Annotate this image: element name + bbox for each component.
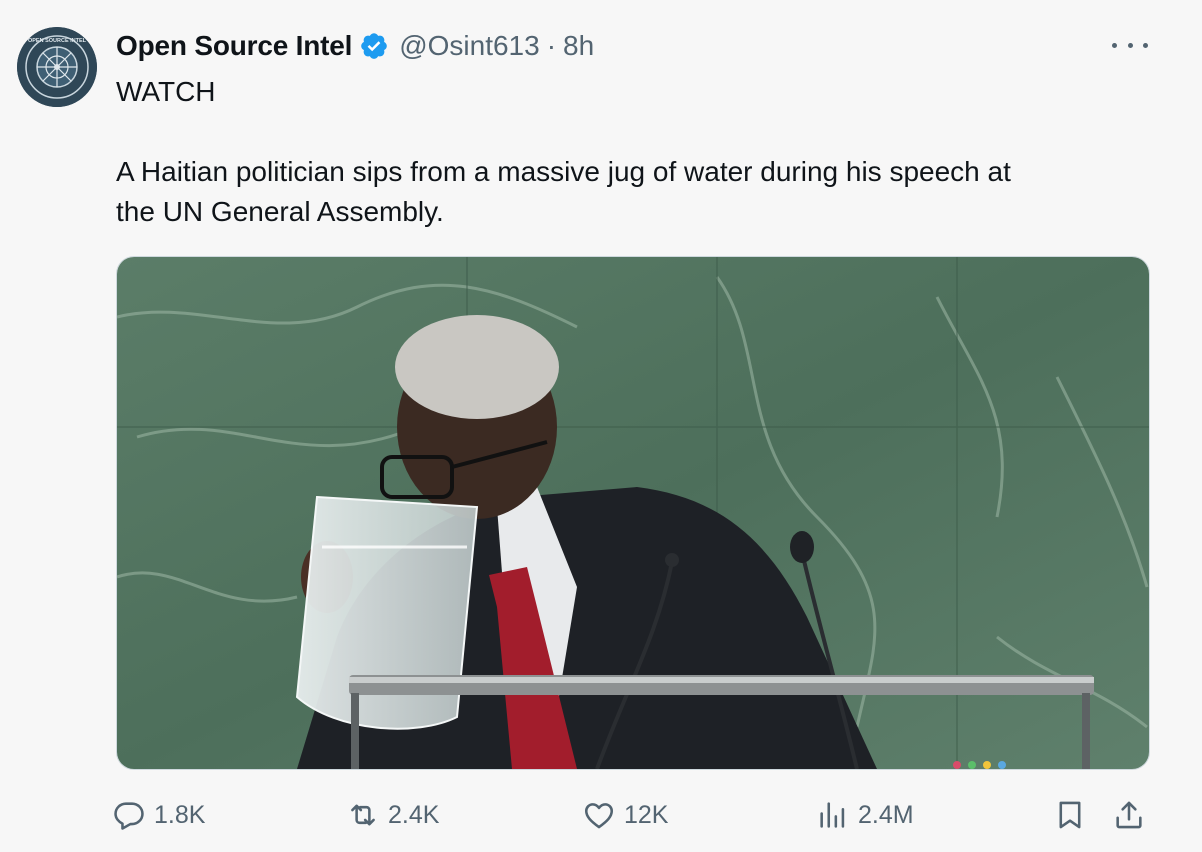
action-bar: 1.8K 2.4K 12K 2.4M [0, 795, 1202, 835]
verified-badge-icon [361, 33, 388, 59]
repost-button[interactable]: 2.4K [346, 795, 439, 835]
repost-count: 2.4K [388, 800, 440, 829]
avatar-emblem-icon: OPEN SOURCE INTEL [17, 27, 97, 107]
reply-icon [114, 802, 144, 830]
views-button[interactable]: 2.4M [816, 795, 914, 835]
separator-dot: · [546, 30, 557, 61]
timestamp[interactable]: 8h [563, 30, 594, 62]
tweet-text: WATCH A Haitian politician sips from a m… [116, 72, 1146, 232]
tweet-header: Open Source Intel @Osint613 · 8h [116, 26, 594, 66]
author-avatar[interactable]: OPEN SOURCE INTEL [17, 27, 97, 107]
like-icon [584, 803, 614, 829]
views-count: 2.4M [858, 800, 914, 829]
like-button[interactable]: 12K [582, 795, 668, 835]
avatar-text: OPEN SOURCE INTEL [28, 38, 87, 44]
author-handle[interactable]: @Osint613 [399, 30, 540, 62]
bookmark-icon [1059, 801, 1081, 829]
tweet-line-watch: WATCH [116, 76, 216, 107]
reply-count: 1.8K [154, 800, 206, 829]
video-still-image [117, 257, 1149, 769]
reply-button[interactable]: 1.8K [112, 795, 205, 835]
tweet-line-body: A Haitian politician sips from a massive… [116, 156, 1011, 187]
bookmark-button[interactable] [1053, 795, 1087, 835]
tweet-video[interactable] [116, 256, 1150, 770]
tweet-line-body-end: the UN General Assembly. [116, 196, 444, 227]
share-button[interactable] [1112, 795, 1146, 835]
views-icon [820, 802, 845, 828]
author-name[interactable]: Open Source Intel [116, 30, 352, 62]
like-count: 12K [624, 800, 669, 829]
repost-icon [351, 804, 375, 826]
share-icon [1116, 801, 1142, 829]
more-options-icon[interactable] [1112, 33, 1148, 57]
